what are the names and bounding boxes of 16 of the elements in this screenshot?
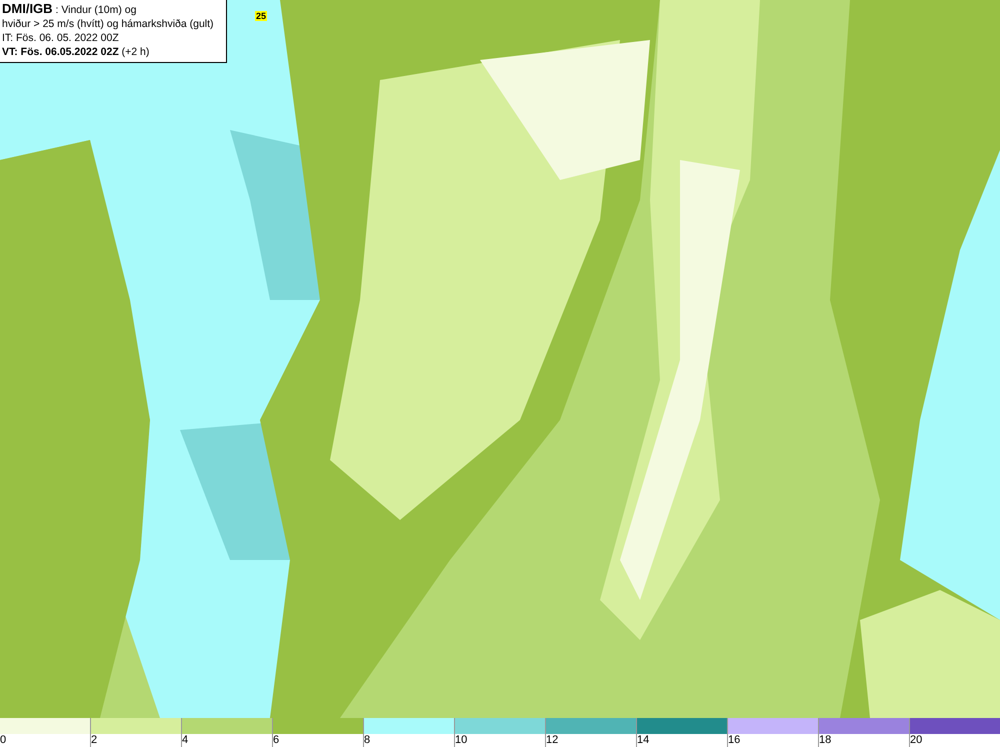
legend-label: 4	[182, 734, 188, 747]
legend-label: 2	[91, 734, 98, 747]
legend-label: 16	[728, 734, 740, 747]
legend-label: 0	[0, 734, 6, 747]
title-line: DMI/IGB : Vindur (10m) og	[2, 2, 138, 17]
legend-label: 18	[819, 734, 832, 747]
title-line: hviður > 25 m/s (hvítt) og hámarkshviða (gult)	[2, 17, 215, 31]
legend-label: 20	[910, 734, 922, 747]
legend-label: 6	[273, 734, 280, 747]
legend-label: 8	[364, 734, 370, 747]
title-line: VT: Fös. 06.05.2022 02Z (+2 h)	[2, 45, 150, 59]
title-line: IT: Fös. 06. 05. 2022 00Z	[2, 31, 120, 45]
legend-label: 10	[455, 734, 468, 747]
gust-label: 25	[255, 11, 268, 21]
legend-label: 14	[637, 734, 650, 747]
legend-label: 12	[546, 734, 558, 747]
